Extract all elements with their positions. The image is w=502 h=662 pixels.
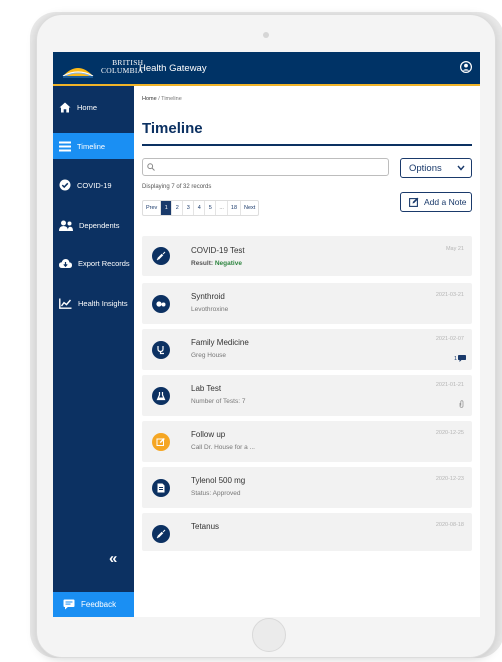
entry-subtitle: Status: Approved [191,490,241,497]
timeline-entry-prescription[interactable]: Tylenol 500 mg Status: Approved 2020-12-… [142,467,472,508]
attachment-icon[interactable] [459,400,464,408]
cloud-download-icon [59,258,72,268]
users-icon [59,220,73,231]
entry-title: Follow up [191,430,226,439]
home-icon [59,102,71,112]
timeline-entry-medication[interactable]: Synthroid Levothroxine 2021-03-21 [142,283,472,324]
page-title: Timeline [142,120,203,137]
logo-line-2: COLUMBIA [101,66,144,75]
sidebar-item-label: Timeline [77,141,106,151]
title-divider [142,144,472,146]
result-value: Negative [214,260,242,267]
app-header: BRITISH COLUMBIA Health Gateway [53,52,480,86]
timeline-entry-note[interactable]: Follow up Call Dr. House for a ... 2020-… [142,421,472,462]
comment-icon [63,599,75,610]
breadcrumb: Home / Timeline [142,96,182,102]
user-icon[interactable] [460,61,472,73]
timeline-entry-encounter[interactable]: Family Medicine Greg House 2021-02-07 1 [142,329,472,370]
entry-title: Synthroid [191,292,225,301]
comment-count: 1 [453,355,457,362]
breadcrumb-current: Timeline [161,96,182,102]
entry-date: 2021-02-07 [435,336,464,342]
timeline-entry-covid-test[interactable]: COVID-19 Test Result: Negative May 21 [142,236,472,276]
edit-note-icon [409,197,419,207]
entry-date: 2021-03-21 [435,292,464,298]
entry-subtitle: Number of Tests: 7 [191,398,246,405]
options-label: Options [409,162,442,174]
chevron-down-icon [457,165,465,171]
search-icon [147,163,155,171]
entry-date: 2021-01-21 [435,382,464,388]
page-next[interactable]: Next [241,201,258,215]
sidebar-item-label: Export Records [78,258,130,268]
page-2[interactable]: 2 [172,201,184,215]
sidebar-item-label: Home [77,102,98,112]
page-3[interactable]: 3 [183,201,195,215]
syringe-icon [152,247,170,265]
sidebar: Home Timeline COVID-19 Dependents Export… [53,86,134,617]
note-edit-icon [152,433,170,451]
entry-date: 2020-12-23 [435,476,464,482]
bc-logo-text: BRITISH COLUMBIA [101,59,143,75]
entry-date: May 21 [445,246,464,252]
entry-subtitle: Call Dr. House for a ... [191,444,255,451]
syringe-icon [152,525,170,543]
options-dropdown[interactable]: Options [400,158,472,178]
sidebar-item-export-records[interactable]: Export Records [53,250,134,276]
sidebar-item-label: Dependents [79,220,120,230]
sidebar-item-covid[interactable]: COVID-19 [53,172,134,198]
add-note-button[interactable]: Add a Note [400,192,472,212]
entry-subtitle: Greg House [191,352,227,359]
pagination: Prev 1 2 3 4 5 ... 18 Next [142,200,260,216]
sidebar-item-timeline[interactable]: Timeline [53,133,134,159]
page-1[interactable]: 1 [161,201,173,215]
page-4[interactable]: 4 [194,201,206,215]
sidebar-item-dependents[interactable]: Dependents [53,212,134,238]
page-ellipsis: ... [216,201,228,215]
page-prev[interactable]: Prev [143,201,162,215]
search-input[interactable] [142,158,389,176]
app-screen: BRITISH COLUMBIA Health Gateway Home Tim… [53,52,480,617]
breadcrumb-home[interactable]: Home [142,96,157,102]
entry-date: 2020-12-25 [435,430,464,436]
feedback-button[interactable]: Feedback [53,592,134,617]
bc-logo-icon[interactable] [61,58,95,78]
record-count-text: Displaying 7 of 32 records [142,184,212,190]
check-circle-icon [59,179,71,191]
page-5[interactable]: 5 [205,201,217,215]
sidebar-item-home[interactable]: Home [53,94,134,120]
list-icon [59,141,71,151]
result-label: Result: [191,260,214,267]
sidebar-item-health-insights[interactable]: Health Insights [53,290,134,316]
add-note-label: Add a Note [424,197,467,207]
camera-dot [263,32,269,38]
feedback-label: Feedback [81,600,117,609]
comment-icon [458,355,466,362]
entry-date: 2020-08-18 [435,522,464,528]
prescription-icon [152,479,170,497]
sidebar-item-label: COVID-19 [77,180,112,190]
entry-title: Tylenol 500 mg [191,476,246,485]
breadcrumb-separator: / [158,96,160,102]
chart-line-icon [59,298,72,309]
tablet-home-button [252,618,286,652]
sidebar-item-label: Health Insights [78,298,128,308]
stethoscope-icon [152,341,170,359]
entry-result: Result: Negative [191,260,242,267]
entry-title: Family Medicine [191,338,249,347]
entry-title: COVID-19 Test [191,246,245,255]
main-content: Home / Timeline Timeline Options Display… [134,86,480,617]
entry-subtitle: Levothroxine [191,306,229,313]
comment-count-badge[interactable]: 1 [454,355,466,362]
pills-icon [152,295,170,313]
flask-icon [152,387,170,405]
app-title[interactable]: Health Gateway [139,63,207,74]
timeline-entry-lab-test[interactable]: Lab Test Number of Tests: 7 2021-01-21 [142,375,472,416]
entry-title: Tetanus [191,522,220,531]
collapse-sidebar-button[interactable]: « [109,550,117,567]
page-18[interactable]: 18 [228,201,242,215]
entry-title: Lab Test [191,384,222,393]
timeline-entry-immunization[interactable]: Tetanus 2020-08-18 [142,513,472,551]
